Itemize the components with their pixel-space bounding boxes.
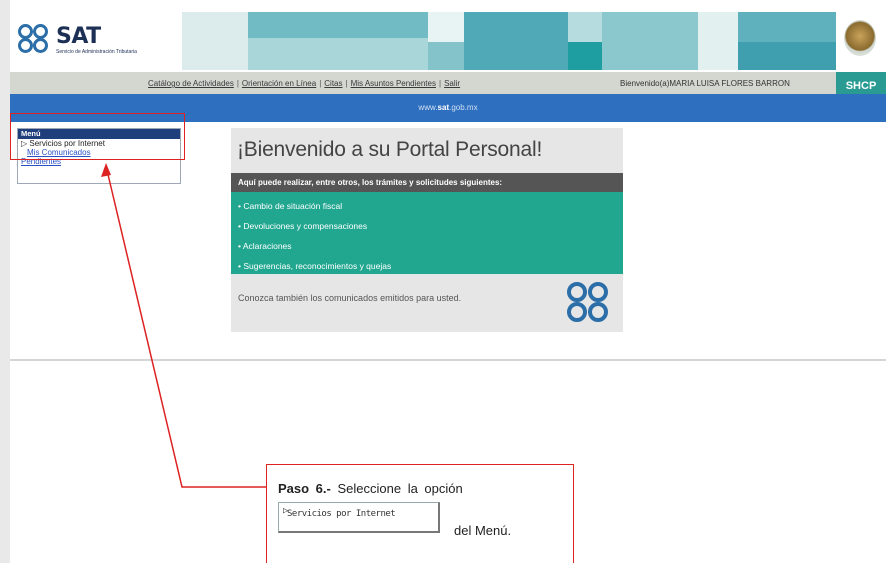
nav-separator: | xyxy=(438,79,442,88)
sat-logo-icon xyxy=(18,24,52,56)
step-suffix: del Menú. xyxy=(454,523,512,538)
header-tile xyxy=(248,12,428,38)
list-item: • Devoluciones y compensaciones xyxy=(238,221,368,231)
nav-link-orientacion[interactable]: Orientación en Línea xyxy=(242,79,316,88)
nav-link-citas[interactable]: Citas xyxy=(324,79,342,88)
sat-circles-icon xyxy=(567,282,611,324)
browser-page: SAT Servicio de Administración Tributari… xyxy=(10,0,886,563)
header-tile xyxy=(602,12,698,70)
portal-services-list: • Cambio de situación fiscal • Devolucio… xyxy=(231,192,623,274)
header-tile xyxy=(698,12,738,70)
instruction-callout: Paso 6.- Seleccione la opción ▷ Servicio… xyxy=(266,464,574,563)
header-tile xyxy=(464,12,568,70)
nav-separator: | xyxy=(319,79,322,88)
annotation-highlight-box xyxy=(10,113,185,160)
welcome-user-text: Bienvenido(a)MARIA LUISA FLORES BARRON xyxy=(620,79,790,88)
header-tile xyxy=(738,12,836,42)
list-item: • Sugerencias, reconocimientos y quejas xyxy=(238,261,392,271)
divider xyxy=(10,359,886,361)
logo-subtitle: Servicio de Administración Tributaria xyxy=(56,49,137,55)
nav-link-catalogo[interactable]: Catálogo de Actividades xyxy=(148,79,234,88)
header-tile xyxy=(738,42,836,70)
header-tile xyxy=(428,12,464,42)
site-url: www.sat.gob.mx xyxy=(10,103,886,112)
portal-footer-text: Conozca también los comunicados emitidos… xyxy=(238,293,462,303)
header-tile xyxy=(248,38,428,70)
sat-logo[interactable]: SAT Servicio de Administración Tributari… xyxy=(18,22,198,58)
site-url-suffix: .gob.mx xyxy=(449,103,478,112)
header-tile xyxy=(568,12,602,42)
top-navigation: Catálogo de Actividades | Orientación en L… xyxy=(10,72,886,94)
nav-separator: | xyxy=(236,79,239,88)
step-number: Paso 6.- xyxy=(278,481,331,496)
site-header: SAT Servicio de Administración Tributari… xyxy=(10,0,886,72)
sample-button-label: Servicios por Internet xyxy=(287,509,396,519)
nav-separator: | xyxy=(345,79,348,88)
portal-banner[interactable]: ¡Bienvenido a su Portal Personal! Aquí p… xyxy=(231,128,623,332)
site-url-prefix: www. xyxy=(418,103,438,112)
servicios-internet-button-sample: ▷ Servicios por Internet xyxy=(278,502,440,533)
portal-title: ¡Bienvenido a su Portal Personal! xyxy=(237,138,543,161)
list-item: • Aclaraciones xyxy=(238,241,292,251)
national-seal-icon xyxy=(844,20,876,56)
nav-links: Catálogo de Actividades | Orientación en L… xyxy=(148,79,460,88)
portal-subtitle: Aquí puede realizar, entre otros, los tr… xyxy=(231,173,623,192)
nav-link-salir[interactable]: Salir xyxy=(444,79,460,88)
step-text: Seleccione la opción xyxy=(337,481,463,496)
list-item: • Cambio de situación fiscal xyxy=(238,201,343,211)
header-tile xyxy=(568,42,602,70)
step-instruction: Paso 6.- Seleccione la opción xyxy=(278,481,463,496)
logo-brand: SAT xyxy=(56,24,101,49)
header-tile xyxy=(428,42,464,70)
nav-link-asuntos[interactable]: Mis Asuntos Pendientes xyxy=(351,79,436,88)
site-url-bold: sat xyxy=(437,103,450,112)
